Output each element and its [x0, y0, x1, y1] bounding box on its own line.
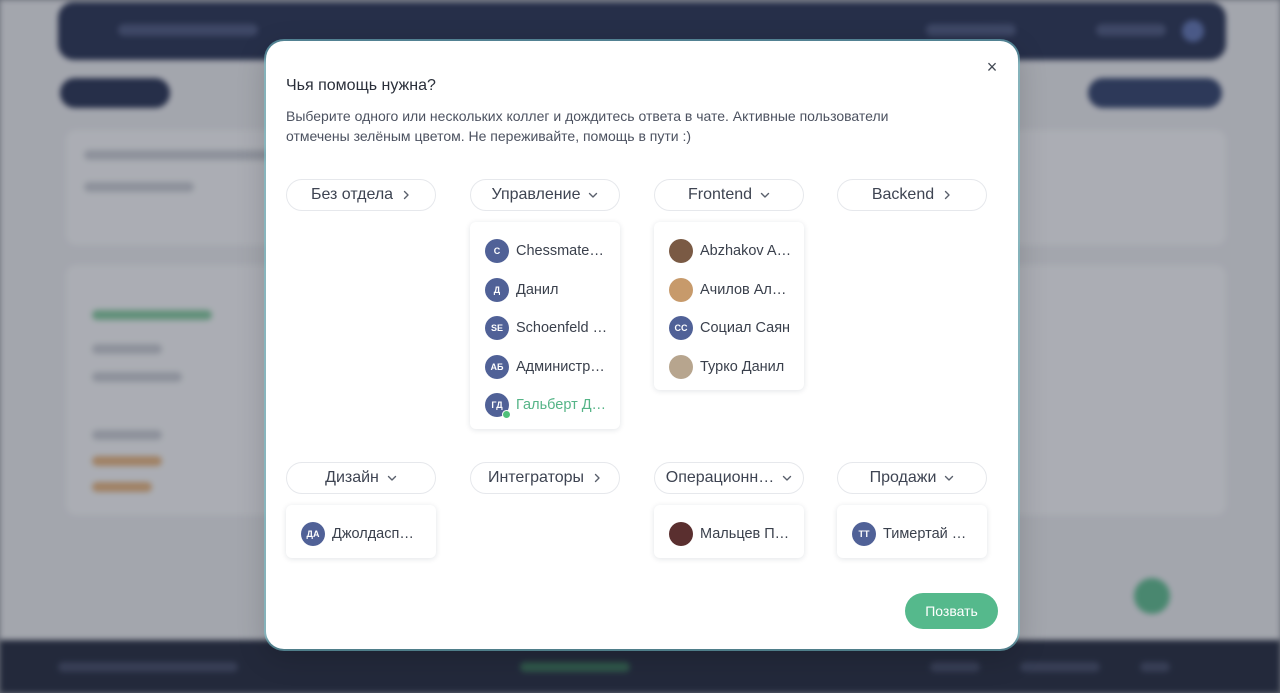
avatar-initials: SE: [490, 323, 503, 334]
avatar: Д: [485, 277, 509, 302]
department-toggle[interactable]: Интеграторы: [470, 462, 620, 494]
chevron-right-icon: [942, 190, 952, 200]
chevron-right-icon: [592, 473, 602, 483]
member-name: Abzhakov A…: [700, 243, 792, 260]
department-column: Дизайн ДА Джолдасп…: [286, 462, 436, 558]
avatar: АБ: [485, 354, 509, 379]
department-name: Продажи: [869, 469, 937, 486]
member-item[interactable]: Д Данил: [470, 271, 620, 310]
member-item[interactable]: ДА Джолдасп…: [286, 515, 436, 554]
avatar: [669, 239, 693, 264]
member-list: ДА Джолдасп…: [286, 505, 436, 558]
call-button[interactable]: Позвать: [905, 593, 998, 629]
member-name: Джолдасп…: [332, 526, 414, 543]
member-item[interactable]: ГД Гальберт Д…: [470, 386, 620, 425]
member-list: Мальцев П…: [654, 505, 804, 558]
department-name: Дизайн: [325, 469, 379, 486]
chevron-down-icon: [782, 473, 792, 483]
member-item[interactable]: АБ Администр…: [470, 348, 620, 387]
member-name: Schoenfeld …: [516, 320, 608, 337]
department-name: Интеграторы: [487, 469, 585, 486]
department-name: Операционн…: [665, 469, 775, 486]
department-column: Операционн… Мальцев П…: [654, 462, 804, 558]
member-item[interactable]: Турко Данил: [654, 348, 804, 387]
department-name: Без отдела: [310, 186, 394, 203]
department-name: Frontend: [687, 186, 753, 203]
department-toggle[interactable]: Backend: [837, 179, 987, 211]
department-column: Frontend Abzhakov A… Ачилов Ал… СС Социал Са…: [654, 179, 804, 390]
avatar: [669, 354, 693, 379]
department-column: Backend: [837, 179, 987, 211]
member-item[interactable]: СС Социал Саян: [654, 309, 804, 348]
member-name: Социал Саян: [700, 320, 791, 337]
member-item[interactable]: ТТ Тимертай Т…: [837, 515, 987, 554]
member-list: C Chessmate… Д Данил SE Schoenfeld … АБ Админис…: [470, 222, 620, 429]
chevron-down-icon: [588, 190, 598, 200]
modal-title: Чья помощь нужна?: [286, 77, 436, 94]
avatar-initials: ДА: [306, 529, 320, 540]
department-name: Backend: [871, 186, 935, 203]
chevron-down-icon: [387, 473, 397, 483]
online-indicator: [502, 410, 511, 420]
department-toggle[interactable]: Без отдела: [286, 179, 436, 211]
modal-description: Выберите одного или нескольких коллег и …: [286, 108, 889, 144]
member-name: Турко Данил: [700, 358, 785, 375]
avatar-initials: АБ: [490, 361, 504, 372]
department-toggle[interactable]: Frontend: [654, 179, 804, 211]
department-column: Интеграторы: [470, 462, 620, 494]
member-list: Abzhakov A… Ачилов Ал… СС Социал Саян Турко …: [654, 222, 804, 390]
close-icon[interactable]: ×: [982, 57, 1002, 77]
avatar-initials: СС: [674, 323, 688, 334]
member-item[interactable]: Abzhakov A…: [654, 232, 804, 271]
member-item[interactable]: C Chessmate…: [470, 232, 620, 271]
department-column: Продажи ТТ Тимертай Т…: [837, 462, 987, 558]
member-name: Тимертай Т…: [883, 526, 975, 543]
department-toggle[interactable]: Управление: [470, 179, 620, 211]
avatar: СС: [669, 316, 693, 341]
avatar: ТТ: [852, 522, 876, 547]
department-name: Управление: [491, 186, 581, 203]
avatar: SE: [485, 316, 509, 341]
department-toggle[interactable]: Продажи: [837, 462, 987, 494]
avatar: ГД: [485, 393, 511, 420]
avatar-initials: ТТ: [858, 529, 870, 540]
avatar-initials: ГД: [491, 400, 503, 411]
member-name: Мальцев П…: [700, 526, 790, 543]
member-name: Ачилов Ал…: [700, 281, 787, 298]
chevron-down-icon: [944, 473, 954, 483]
avatar: [669, 522, 693, 547]
member-name: Chessmate…: [516, 243, 604, 260]
department-toggle[interactable]: Операционн…: [654, 462, 804, 494]
member-name: Администр…: [516, 358, 605, 375]
department-column: Без отдела: [286, 179, 436, 211]
member-name: Гальберт Д…: [516, 397, 607, 414]
avatar: [669, 277, 693, 302]
member-list: ТТ Тимертай Т…: [837, 505, 987, 558]
chevron-down-icon: [760, 190, 770, 200]
department-column: Управление C Chessmate… Д Данил SE Schoenfeld …: [470, 179, 620, 429]
help-request-modal: Чья помощь нужна? Выберите одного или не…: [266, 41, 1018, 649]
member-item[interactable]: Ачилов Ал…: [654, 271, 804, 310]
member-name: Данил: [516, 281, 559, 298]
department-toggle[interactable]: Дизайн: [286, 462, 436, 494]
chevron-right-icon: [401, 190, 411, 200]
avatar-initials: Д: [493, 284, 501, 295]
avatar-initials: C: [493, 246, 501, 257]
avatar: ДА: [301, 522, 325, 547]
member-item[interactable]: SE Schoenfeld …: [470, 309, 620, 348]
member-item[interactable]: Мальцев П…: [654, 515, 804, 554]
avatar: C: [485, 239, 509, 264]
